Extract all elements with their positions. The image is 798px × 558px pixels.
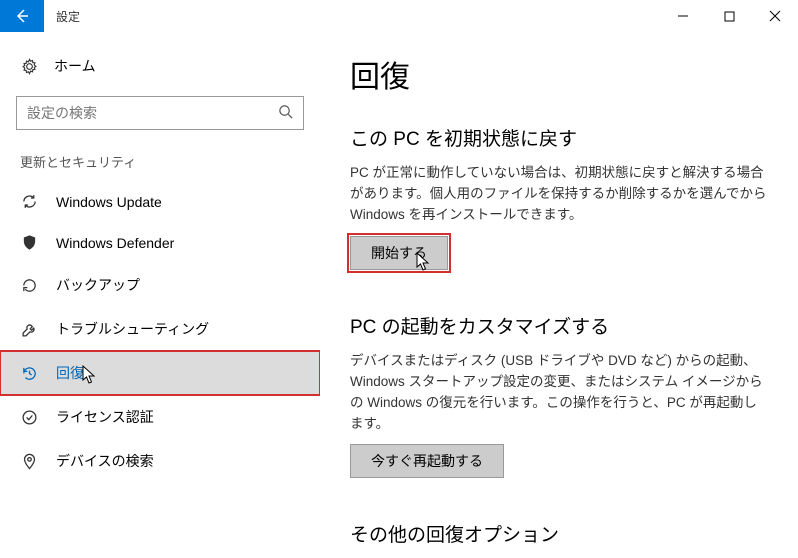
sidebar-item-troubleshoot[interactable]: トラブルシューティング bbox=[0, 307, 320, 351]
close-icon bbox=[769, 10, 781, 22]
sidebar-item-label: バックアップ bbox=[56, 275, 140, 295]
sidebar-item-windows-defender[interactable]: Windows Defender bbox=[0, 222, 320, 263]
search-input[interactable] bbox=[27, 105, 278, 121]
home-nav[interactable]: ホーム bbox=[0, 48, 320, 84]
close-button[interactable] bbox=[752, 0, 798, 32]
advanced-startup-title: PC の起動をカスタマイズする bbox=[350, 312, 770, 339]
window-title: 設定 bbox=[44, 0, 660, 32]
back-arrow-icon bbox=[14, 8, 30, 24]
sidebar-item-label: Windows Update bbox=[56, 194, 162, 210]
shield-icon bbox=[20, 234, 38, 251]
reset-start-button[interactable]: 開始する bbox=[350, 236, 448, 270]
reset-pc-section: この PC を初期状態に戻す PC が正常に動作していない場合は、初期状態に戻す… bbox=[350, 124, 770, 270]
page-title: 回復 bbox=[350, 52, 770, 96]
sidebar-item-activation[interactable]: ライセンス認証 bbox=[0, 395, 320, 439]
reset-pc-body: PC が正常に動作していない場合は、初期状態に戻すと解決する場合があります。個人… bbox=[350, 163, 770, 226]
back-button[interactable] bbox=[0, 0, 44, 32]
maximize-button[interactable] bbox=[706, 0, 752, 32]
home-label: ホーム bbox=[54, 56, 96, 76]
gear-icon bbox=[20, 58, 38, 75]
check-circle-icon bbox=[20, 409, 38, 426]
location-icon bbox=[20, 453, 38, 470]
cursor-icon bbox=[82, 365, 98, 385]
restart-now-button[interactable]: 今すぐ再起動する bbox=[350, 444, 504, 478]
main-panel: 回復 この PC を初期状態に戻す PC が正常に動作していない場合は、初期状態… bbox=[320, 32, 798, 558]
sidebar-item-find-device[interactable]: デバイスの検索 bbox=[0, 439, 320, 483]
advanced-startup-body: デバイスまたはディスク (USB ドライブや DVD など) からの起動、Win… bbox=[350, 351, 770, 435]
sidebar: ホーム 更新とセキュリティ Windows Update Windows Def… bbox=[0, 32, 320, 558]
backup-icon bbox=[20, 277, 38, 294]
sidebar-item-backup[interactable]: バックアップ bbox=[0, 263, 320, 307]
titlebar: 設定 bbox=[0, 0, 798, 32]
sidebar-section-header: 更新とセキュリティ bbox=[0, 148, 320, 181]
sidebar-item-label: ライセンス認証 bbox=[56, 407, 154, 427]
sync-icon bbox=[20, 193, 38, 210]
advanced-startup-section: PC の起動をカスタマイズする デバイスまたはディスク (USB ドライブや D… bbox=[350, 312, 770, 479]
sidebar-item-label: デバイスの検索 bbox=[56, 451, 154, 471]
reset-pc-title: この PC を初期状態に戻す bbox=[350, 124, 770, 151]
minimize-icon bbox=[677, 10, 689, 22]
search-box[interactable] bbox=[16, 96, 304, 130]
history-icon bbox=[20, 365, 38, 382]
sidebar-item-label: 回復 bbox=[56, 363, 84, 383]
sidebar-item-label: トラブルシューティング bbox=[56, 319, 209, 339]
minimize-button[interactable] bbox=[660, 0, 706, 32]
other-recovery-section: その他の回復オプション Windows のクリーン インストールで新たに開始する… bbox=[350, 520, 770, 558]
search-icon bbox=[278, 104, 293, 122]
wrench-icon bbox=[20, 321, 38, 338]
sidebar-item-recovery[interactable]: 回復 bbox=[0, 351, 320, 395]
window-controls bbox=[660, 0, 798, 32]
maximize-icon bbox=[724, 11, 735, 22]
sidebar-item-windows-update[interactable]: Windows Update bbox=[0, 181, 320, 222]
sidebar-item-label: Windows Defender bbox=[56, 235, 174, 251]
other-recovery-title: その他の回復オプション bbox=[350, 520, 770, 547]
